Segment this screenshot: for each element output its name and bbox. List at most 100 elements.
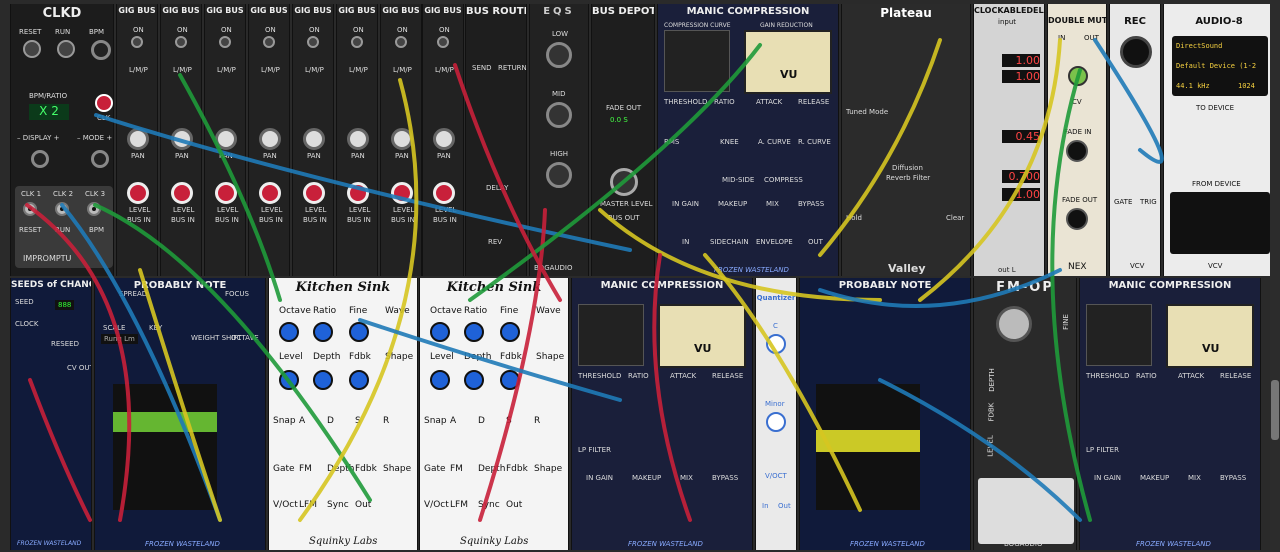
frequency-knob[interactable] bbox=[996, 306, 1032, 342]
rec-level-knob[interactable] bbox=[1120, 36, 1152, 68]
driver-name[interactable]: DirectSound bbox=[1176, 42, 1222, 50]
scrollbar-thumb[interactable] bbox=[1271, 380, 1279, 440]
module-title: GIG BUS bbox=[382, 6, 420, 15]
operator-knob[interactable] bbox=[430, 322, 450, 342]
pan-knob[interactable] bbox=[171, 128, 193, 150]
operator-knob[interactable] bbox=[349, 370, 369, 390]
level-knob[interactable] bbox=[433, 182, 455, 204]
block-size[interactable]: 1024 bbox=[1238, 82, 1255, 90]
operator-knob[interactable] bbox=[500, 322, 520, 342]
level-knob[interactable] bbox=[171, 182, 193, 204]
level-knob[interactable] bbox=[259, 182, 281, 204]
operator-knob[interactable] bbox=[279, 370, 299, 390]
scale-knob[interactable] bbox=[766, 412, 786, 432]
on-button[interactable] bbox=[351, 36, 363, 48]
root-note-knob[interactable] bbox=[766, 334, 786, 354]
high-label: HIGH bbox=[550, 150, 569, 158]
operator-knob[interactable] bbox=[464, 322, 484, 342]
mid-knob[interactable] bbox=[546, 102, 572, 128]
sample-rate[interactable]: 44.1 kHz bbox=[1176, 82, 1210, 90]
fm-op-module[interactable]: FM-OP FINE DEPTH FDBK LEVEL BOGAUDIO bbox=[973, 278, 1077, 550]
probably-note-module-2[interactable]: PROBABLY NOTE FROZEN WASTELAND bbox=[799, 278, 971, 550]
on-button[interactable] bbox=[395, 36, 407, 48]
kitchen-sink-module-1[interactable]: Kitchen Sink Octave Ratio Fine Wave Level Dept… bbox=[268, 278, 418, 550]
mute-button[interactable] bbox=[1068, 66, 1088, 86]
clk3-output[interactable] bbox=[87, 202, 101, 216]
high-knob[interactable] bbox=[546, 162, 572, 188]
on-label: ON bbox=[397, 26, 408, 34]
kitchen-sink-module-2[interactable]: Kitchen Sink Octave Ratio Fine Wave Level Dept… bbox=[419, 278, 569, 550]
level-knob[interactable] bbox=[391, 182, 413, 204]
on-button[interactable] bbox=[131, 36, 143, 48]
on-button[interactable] bbox=[437, 36, 449, 48]
clk2-output[interactable] bbox=[55, 202, 69, 216]
audio-8-module[interactable]: AUDIO-8 DirectSound Default Device (1-2 … bbox=[1163, 4, 1275, 276]
gig-bus-module-8[interactable]: GIG BUS ON L/M/P PAN LEVEL BUS IN bbox=[422, 4, 464, 276]
reset-button[interactable] bbox=[23, 40, 41, 58]
scale-display[interactable]: Rung Lm bbox=[101, 334, 138, 344]
note-grid[interactable] bbox=[113, 384, 217, 510]
operator-knob[interactable] bbox=[279, 322, 299, 342]
level-knob[interactable] bbox=[127, 182, 149, 204]
lmp-label: L/M/P bbox=[393, 66, 412, 74]
module-rack[interactable]: CLKD RESET RUN BPM BPM/RATIO X 2 CLK – D… bbox=[0, 0, 1280, 552]
on-label: ON bbox=[309, 26, 320, 34]
pan-knob[interactable] bbox=[347, 128, 369, 150]
pan-knob[interactable] bbox=[259, 128, 281, 150]
gig-bus-module-2[interactable]: GIG BUS ON L/M/P PAN LEVEL BUS IN bbox=[160, 4, 202, 276]
device-name[interactable]: Default Device (1-2 bbox=[1176, 62, 1256, 70]
clk-button[interactable] bbox=[95, 94, 113, 112]
fade-in-knob[interactable] bbox=[1066, 140, 1088, 162]
operator-knob[interactable] bbox=[313, 370, 333, 390]
operator-knob[interactable] bbox=[430, 370, 450, 390]
fade-out-knob[interactable] bbox=[1066, 208, 1088, 230]
bpm-knob[interactable] bbox=[91, 40, 111, 60]
display-knob[interactable] bbox=[31, 150, 49, 168]
manic-compression-module-1[interactable]: MANIC COMPRESSION COMPRESSION CURVE GAIN… bbox=[657, 4, 839, 276]
clkd-module[interactable]: CLKD RESET RUN BPM BPM/RATIO X 2 CLK – D… bbox=[10, 4, 114, 276]
operator-knob[interactable] bbox=[349, 322, 369, 342]
eqs-module[interactable]: EQS LOW MID HIGH BOGAUDIO bbox=[529, 4, 589, 276]
rack-scrollbar[interactable] bbox=[1270, 0, 1280, 552]
probably-note-module-1[interactable]: PROBABLY NOTE SPREAD FOCUS SCALE KEY Run… bbox=[94, 278, 266, 550]
gig-bus-module-3[interactable]: GIG BUS ON L/M/P PAN LEVEL BUS IN bbox=[204, 4, 246, 276]
device-display[interactable]: DirectSound Default Device (1-2 44.1 kHz… bbox=[1172, 36, 1268, 96]
operator-knob[interactable] bbox=[500, 370, 520, 390]
gig-bus-module-4[interactable]: GIG BUS ON L/M/P PAN LEVEL BUS IN bbox=[248, 4, 290, 276]
operator-knob[interactable] bbox=[313, 322, 333, 342]
on-button[interactable] bbox=[175, 36, 187, 48]
clk1-output[interactable] bbox=[23, 202, 37, 216]
on-button[interactable] bbox=[307, 36, 319, 48]
gig-bus-module-5[interactable]: GIG BUS ON L/M/P PAN LEVEL BUS IN bbox=[292, 4, 334, 276]
bus-depot-module[interactable]: BUS DEPOT FADE OUT 0.0 S MASTER LEVEL BU… bbox=[591, 4, 655, 276]
level-knob[interactable] bbox=[303, 182, 325, 204]
on-button[interactable] bbox=[263, 36, 275, 48]
bus-route-module[interactable]: BUS ROUTE SEND RETURN DELAY REV bbox=[465, 4, 527, 276]
gig-bus-module-6[interactable]: GIG BUS ON L/M/P PAN LEVEL BUS IN bbox=[336, 4, 378, 276]
pan-knob[interactable] bbox=[391, 128, 413, 150]
pan-knob[interactable] bbox=[127, 128, 149, 150]
manic-compression-module-3[interactable]: MANIC COMPRESSION VU THRESHOLD RATIO ATT… bbox=[1079, 278, 1261, 550]
seeds-of-change-module[interactable]: SEEDS of CHANGE 888 SEED CLOCK RESEED CV… bbox=[10, 278, 92, 550]
rec-module[interactable]: REC GATE TRIG VCV bbox=[1109, 4, 1161, 276]
run-button[interactable] bbox=[57, 40, 75, 58]
to-device-label: TO DEVICE bbox=[1196, 104, 1234, 112]
level-knob[interactable] bbox=[347, 182, 369, 204]
level-label: LEVEL bbox=[261, 206, 283, 214]
clockable-delay-module[interactable]: CLOCKABLEDELAY input 1.00 1.00 0.45 0.70… bbox=[973, 4, 1045, 276]
double-mute-module[interactable]: DOUBLE MUTE IN OUT CV FADE IN FADE OUT N… bbox=[1047, 4, 1107, 276]
pan-knob[interactable] bbox=[215, 128, 237, 150]
on-button[interactable] bbox=[219, 36, 231, 48]
manic-compression-module-2[interactable]: MANIC COMPRESSION VU THRESHOLD RATIO ATT… bbox=[571, 278, 753, 550]
operator-knob[interactable] bbox=[464, 370, 484, 390]
quantizer-module[interactable]: Quantizer C Minor V/OCT In Out bbox=[755, 278, 797, 550]
mode-knob[interactable] bbox=[91, 150, 109, 168]
pan-knob[interactable] bbox=[303, 128, 325, 150]
master-level-knob[interactable] bbox=[610, 168, 638, 196]
pan-knob[interactable] bbox=[433, 128, 455, 150]
plateau-module[interactable]: Plateau Tuned Mode Diffusion Reverb Filt… bbox=[841, 4, 971, 276]
low-knob[interactable] bbox=[546, 42, 572, 68]
gig-bus-module-7[interactable]: GIG BUS ON L/M/P PAN LEVEL BUS IN bbox=[380, 4, 422, 276]
level-knob[interactable] bbox=[215, 182, 237, 204]
gig-bus-module-1[interactable]: GIG BUS ON L/M/P PAN LEVEL BUS IN bbox=[116, 4, 158, 276]
